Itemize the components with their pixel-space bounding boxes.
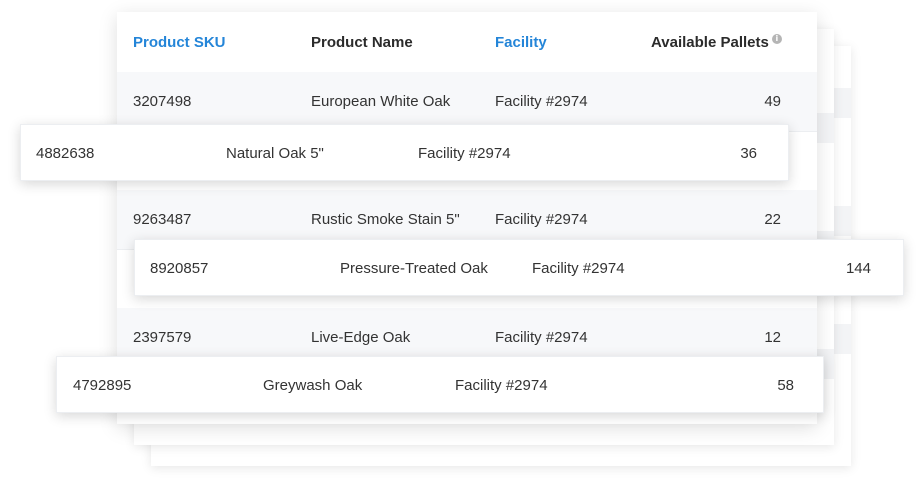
cell-pallets: 36	[740, 145, 757, 162]
column-header-facility[interactable]: Facility	[495, 34, 547, 51]
column-header-available-pallets: Available Pallets i	[651, 34, 782, 51]
floating-row[interactable]: 8920857 Pressure-Treated Oak Facility #2…	[134, 239, 904, 296]
cell-facility: Facility #2974	[495, 211, 588, 228]
cell-pallets: 144	[845, 260, 871, 277]
cell-sku: 4792895	[73, 377, 132, 394]
column-header-product-name: Product Name	[311, 34, 413, 51]
cell-sku: 2397579	[133, 329, 192, 346]
cell-product-name: Live-Edge Oak	[311, 329, 411, 346]
column-header-sku[interactable]: Product SKU	[133, 34, 226, 51]
floating-row[interactable]: 4882638 Natural Oak 5" Facility #2974 36	[20, 124, 789, 181]
cell-pallets: 12	[764, 329, 781, 346]
cell-facility: Facility #2974	[418, 145, 511, 162]
cell-facility: Facility #2974	[495, 329, 588, 346]
table-row[interactable]: 3207498 European White Oak Facility #297…	[117, 72, 817, 132]
cell-facility: Facility #2974	[532, 260, 625, 277]
cell-product-name: Natural Oak 5"	[226, 145, 324, 162]
cell-pallets: 22	[764, 211, 781, 228]
cell-sku: 4882638	[36, 145, 95, 162]
floating-row[interactable]: 4792895 Greywash Oak Facility #2974 58	[56, 356, 824, 413]
table-header: Product SKU Product Name Facility Availa…	[117, 12, 817, 73]
cell-product-name: Greywash Oak	[263, 377, 363, 394]
cell-facility: Facility #2974	[495, 93, 588, 110]
cell-sku: 8920857	[150, 260, 209, 277]
cell-sku: 9263487	[133, 211, 192, 228]
column-header-available-pallets-label: Available Pallets	[651, 34, 769, 51]
cell-product-name: Pressure-Treated Oak	[340, 260, 488, 277]
cell-sku: 3207498	[133, 93, 192, 110]
cell-pallets: 58	[777, 377, 794, 394]
cell-product-name: European White Oak	[311, 93, 451, 110]
cell-product-name: Rustic Smoke Stain 5"	[311, 211, 460, 228]
cell-facility: Facility #2974	[455, 377, 548, 394]
info-icon[interactable]: i	[771, 34, 782, 44]
cell-pallets: 49	[764, 93, 781, 110]
